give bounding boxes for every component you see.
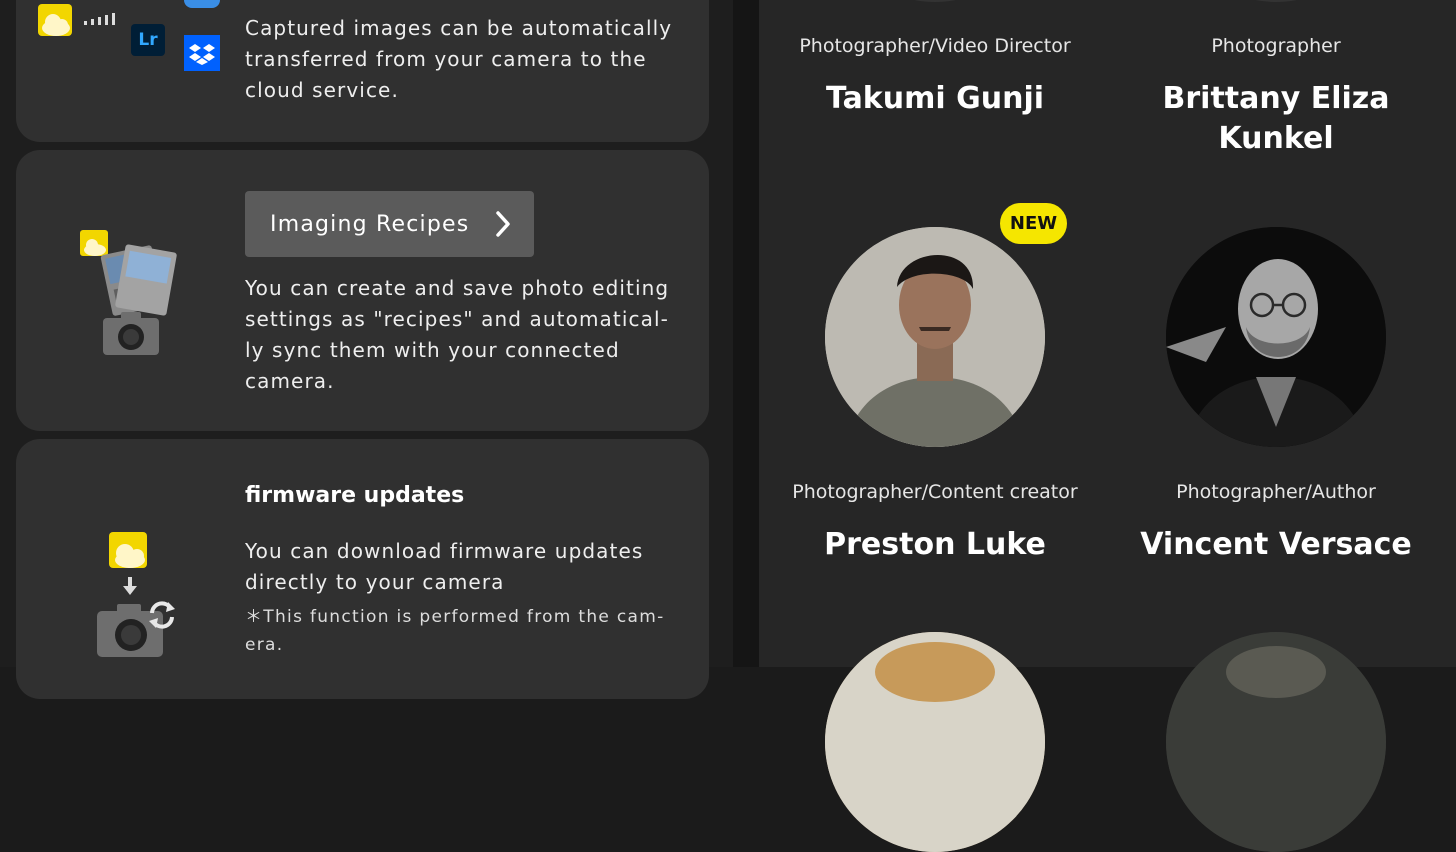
refresh-icon [149,601,175,629]
person-role: Photographer/Author [1176,481,1376,503]
lightroom-icon-label: Lr [138,30,158,50]
signal-icon [84,13,115,25]
avatar-partial[interactable] [825,632,1045,852]
avatar-preston-luke[interactable] [825,227,1045,447]
firmware-updates-description: You can download firmware updates direct… [245,539,644,594]
firmware-updates-title: firmware updates [245,483,465,508]
new-badge: NEW [1000,203,1067,244]
imaging-recipes-button[interactable]: Imaging Recipes [245,191,534,257]
person-name[interactable]: Vincent Versace [1106,525,1446,565]
person-role: Photographer [1211,35,1341,57]
cloud-app-icon-partial [184,0,220,8]
cloud-transfer-card: Lr Captured images can be automatically … [16,0,709,142]
imaging-recipes-button-label: Imaging Recipes [270,211,470,237]
portrait-photo [825,227,1045,447]
imaging-recipes-card: Imaging Recipes You can create and save … [16,150,709,431]
person-name[interactable]: Takumi Gunji [765,79,1105,119]
chevron-right-icon [496,211,510,237]
camera-icon [103,312,159,355]
pane-divider [733,0,759,667]
cloud-service-icon [38,4,72,36]
imaging-recipes-description: You can create and save photo editing se… [245,276,670,393]
cloud-service-icon [109,532,147,568]
lightroom-icon: Lr [131,24,165,56]
firmware-updates-card: firmware updates You can download firmwa… [16,439,709,699]
download-arrow-icon [123,577,137,595]
cloud-transfer-description: Captured images can be automatically tra… [245,16,673,102]
avatar-brittany-eliza-kunkel[interactable] [1166,0,1386,2]
portrait-photo [825,632,1045,852]
dropbox-icon [184,35,220,71]
avatar-partial[interactable] [1166,632,1386,852]
person-name[interactable]: Preston Luke [765,525,1105,565]
person-name[interactable]: Brittany Eliza Kunkel [1106,79,1446,159]
portrait-photo [1166,632,1386,852]
portrait-photo [1166,227,1386,447]
left-pane: Lr Captured images can be automatically … [0,0,733,699]
person-role: Photographer/Video Director [799,35,1071,57]
avatar-vincent-versace[interactable] [1166,227,1386,447]
firmware-updates-note: ＊This function is performed from the cam… [245,607,665,655]
person-role: Photographer/Content creator [792,481,1078,503]
avatar-takumi-gunji[interactable] [825,0,1045,2]
